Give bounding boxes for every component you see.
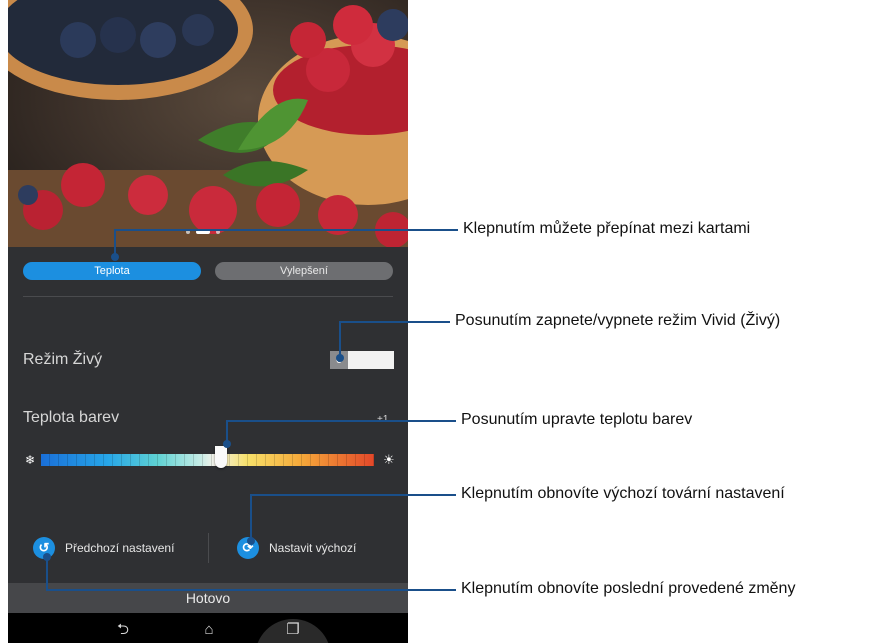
callout-vivid: Posunutím zapnete/vypnete režim Vivid (Ž…: [455, 312, 781, 329]
callout-tabs: Klepnutím můžete přepínat mezi kartami: [463, 220, 751, 237]
callout-undo: Klepnutím obnovíte poslední provedené zm…: [461, 580, 796, 597]
callout-temperature: Posunutím upravte teplotu barev: [461, 411, 693, 428]
callout-reset-default: Klepnutím obnovíte výchozí tovární nasta…: [461, 485, 785, 502]
